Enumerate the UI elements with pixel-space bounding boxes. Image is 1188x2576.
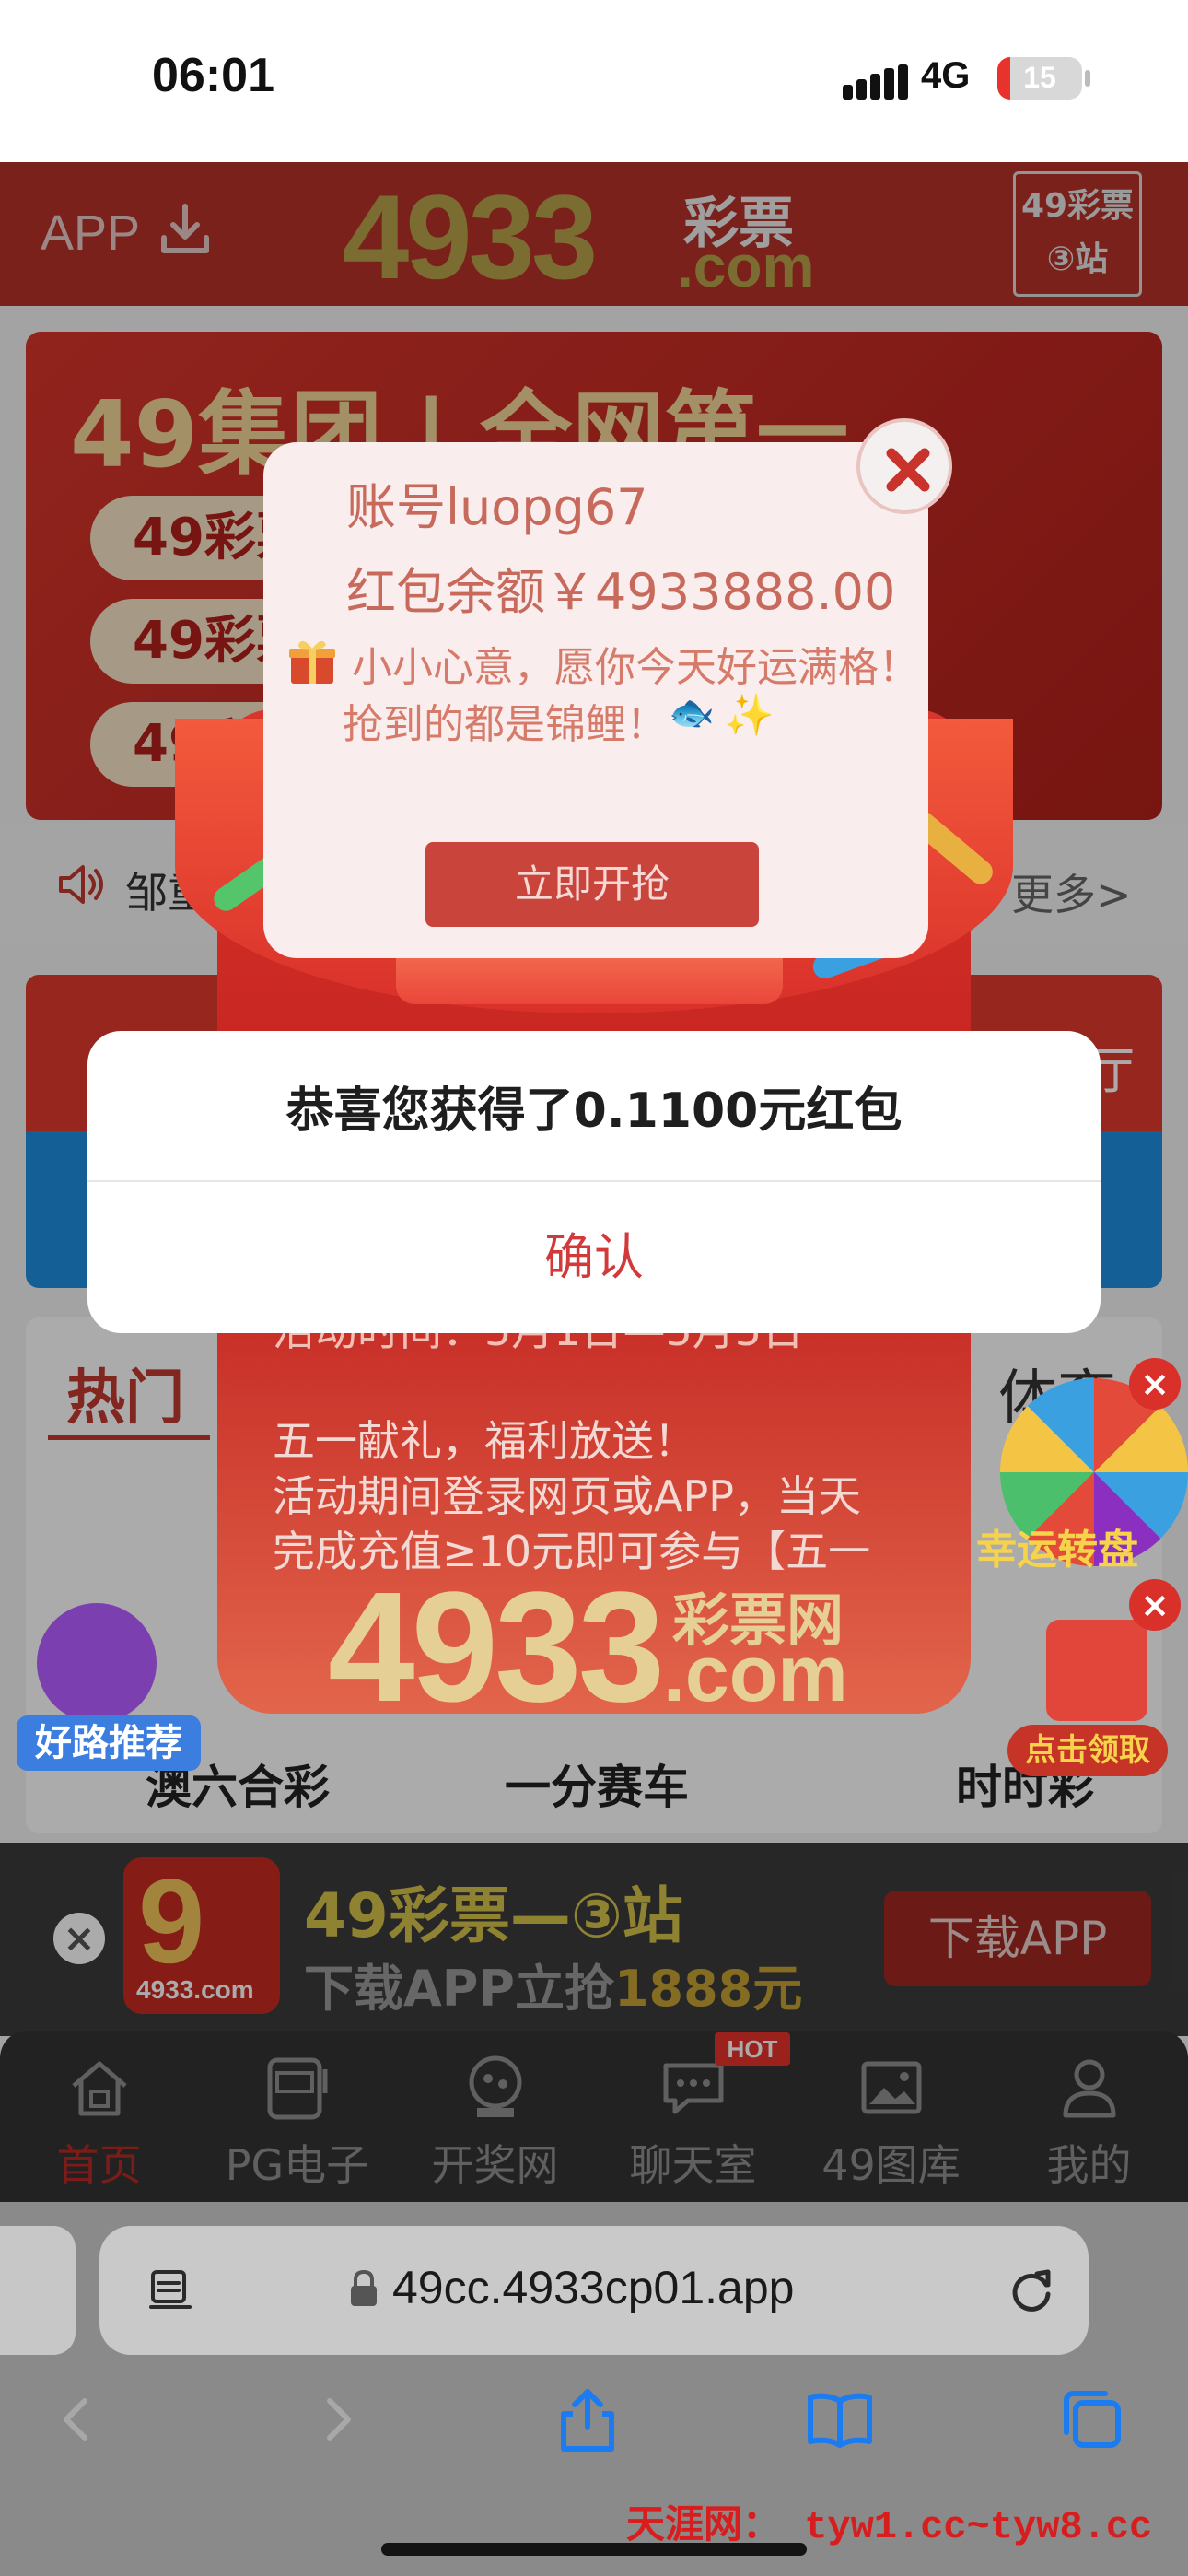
sparkle-icon: ✨	[724, 692, 775, 739]
lucky-wheel-label[interactable]: 幸运转盘	[976, 1516, 1138, 1575]
screen: 06:01 4G 15 APP 4933 彩票 .com 49彩票 ③站 49集…	[0, 0, 1188, 2576]
battery-level: 15	[1023, 61, 1056, 94]
alert-message: 恭喜您获得了0.1100元红包	[285, 1083, 903, 1139]
claim-button[interactable]: 点击领取	[1007, 1725, 1168, 1776]
home-indicator[interactable]	[381, 2543, 807, 2556]
address-bar[interactable]: 49cc.4933cp01.app	[99, 2226, 1089, 2355]
url-text: 49cc.4933cp01.app	[392, 2262, 795, 2313]
alert-confirm-button[interactable]: 确认	[87, 1182, 1101, 1333]
cellular-signal-icon	[843, 64, 908, 100]
network-type: 4G	[921, 55, 971, 96]
alert-dialog: 恭喜您获得了0.1100元红包 确认	[87, 1031, 1101, 1333]
share-icon[interactable]	[551, 2383, 624, 2456]
red-envelope-icon[interactable]	[1046, 1620, 1147, 1721]
envelope-message-line2: 抢到的都是锦鲤！	[343, 701, 667, 748]
account-label: 账号luopg67	[346, 478, 648, 536]
good-road-recommend-button[interactable]: 好路推荐	[17, 1715, 201, 1771]
balance-label: 红包余额￥4933888.00	[346, 563, 896, 621]
browser-toolbar: 49cc.4933cp01.app 天涯网： tyw1.cc~tyw8.cc	[0, 2202, 1188, 2576]
watermark-text: 天涯网： tyw1.cc~tyw8.cc	[626, 2505, 1153, 2549]
status-bar: 06:01 4G 15	[0, 0, 1188, 162]
close-icon[interactable]: ×	[1129, 1358, 1181, 1410]
envelope-message-line1: 小小心意，愿你今天好运满格！	[352, 644, 919, 691]
page-menu-icon[interactable]	[146, 2265, 197, 2316]
fish-icon: 🐟	[669, 692, 715, 734]
gift-icon	[289, 640, 335, 684]
battery-cap	[1085, 70, 1090, 87]
tabs-icon[interactable]	[1055, 2383, 1129, 2456]
envelope-info-card: 账号luopg67 红包余额￥4933888.00 小小心意，愿你今天好运满格！…	[263, 442, 928, 958]
back-icon[interactable]	[41, 2383, 114, 2456]
close-icon[interactable]: ×	[1129, 1579, 1181, 1631]
status-time: 06:01	[152, 49, 274, 102]
battery-icon: 15	[997, 57, 1082, 100]
thumbs-up-icon	[37, 1603, 157, 1723]
grab-now-button[interactable]: 立即开抢	[425, 842, 759, 927]
lock-icon	[351, 2269, 377, 2306]
previous-tab-preview[interactable]	[0, 2226, 76, 2355]
bookmarks-icon[interactable]	[803, 2383, 877, 2456]
forward-icon[interactable]	[300, 2383, 374, 2456]
reload-icon[interactable]	[1004, 2263, 1059, 2318]
close-icon[interactable]	[856, 418, 952, 514]
